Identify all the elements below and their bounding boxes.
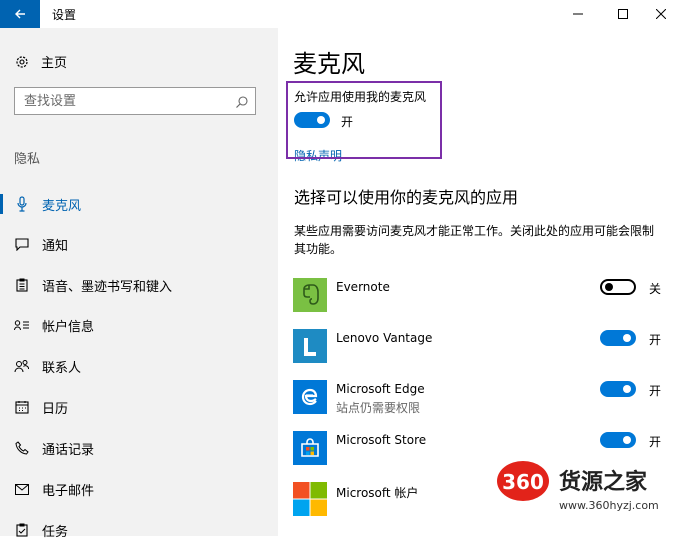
allow-microphone-state: 开 [341,115,354,129]
maximize-icon [618,9,628,19]
gear-icon [14,54,32,70]
app-toggle[interactable] [600,330,636,346]
app-toggle[interactable] [600,381,636,397]
sidebar-item-label: 麦克风 [42,198,82,214]
minimize-icon [573,13,583,15]
mail-icon [14,483,30,495]
sidebar-item-notifications[interactable]: 通知 [0,228,278,260]
sidebar-item-label: 联系人 [42,360,82,376]
app-toggle-state: 开 [649,384,662,398]
search-box[interactable] [14,87,256,115]
lenovo-vantage-icon [293,329,327,363]
tasks-icon [14,523,30,537]
chat-bubble-icon [14,237,30,251]
evernote-icon [293,278,327,312]
sidebar-item-label: 帐户信息 [42,319,95,335]
privacy-statement-link[interactable]: 隐私声明 [294,147,342,164]
sidebar-item-label: 任务 [42,524,69,540]
microsoft-logo-icon [293,482,327,516]
window-title: 设置 [52,8,77,22]
section-label-privacy: 隐私 [14,152,41,167]
apps-section-description: 某些应用需要访问麦克风才能正常工作。关闭此处的应用可能会限制其功能。 [294,224,655,256]
app-name: Microsoft Store [336,433,427,447]
calendar-icon [14,400,30,414]
toggle-knob [623,334,631,342]
sidebar-item-call-history[interactable]: 通话记录 [0,432,278,464]
toggle-knob [605,283,613,291]
sidebar-item-speech-inking[interactable]: 语音、墨迹书写和键入 [0,269,278,301]
app-name: Evernote [336,280,390,294]
sidebar-item-label: 电子邮件 [42,483,95,499]
app-name: Lenovo Vantage [336,331,433,345]
close-icon [656,9,666,19]
close-button[interactable] [649,2,673,26]
sidebar-home[interactable]: 主页 [14,52,67,71]
sidebar-item-label: 语音、墨迹书写和键入 [42,279,173,295]
sidebar-item-contacts[interactable]: 联系人 [0,350,278,382]
app-toggle[interactable] [600,279,636,295]
sidebar-item-calendar[interactable]: 日历 [0,391,278,423]
minimize-button[interactable] [566,2,590,26]
sidebar: 主页 隐私 麦克风 通知 语音、墨迹书写和键入 [0,28,278,540]
app-name: Microsoft Edge [336,382,425,396]
sidebar-item-label: 通话记录 [42,442,95,458]
app-toggle[interactable] [600,432,636,448]
microphone-icon [14,196,30,212]
app-row-microsoft-store: Microsoft Store 开 [292,431,682,467]
app-toggle-state: 关 [649,282,662,296]
app-row-lenovo-vantage: Lenovo Vantage 开 [292,329,682,365]
sidebar-item-label: 通知 [42,238,69,254]
allow-microphone-toggle[interactable] [294,112,330,128]
app-subtitle: 站点仍需要权限 [336,401,421,415]
sidebar-home-label: 主页 [41,56,68,71]
sidebar-item-microphone[interactable]: 麦克风 [0,188,278,220]
sidebar-item-tasks[interactable]: 任务 [0,514,278,546]
allow-microphone-label: 允许应用使用我的麦克风 [294,90,427,104]
app-toggle-state: 开 [649,435,662,449]
sidebar-item-email[interactable]: 电子邮件 [0,473,278,505]
clipboard-icon [14,278,30,292]
toggle-knob [623,436,631,444]
search-icon[interactable] [235,94,249,113]
search-input[interactable] [15,88,234,114]
contacts-icon [14,359,30,373]
back-button[interactable] [0,0,40,28]
page-title: 麦克风 [293,50,365,78]
sidebar-item-label: 日历 [42,401,69,417]
app-row-microsoft-edge: Microsoft Edge 站点仍需要权限 开 [292,380,682,416]
store-icon [293,431,327,465]
apps-section-heading: 选择可以使用你的麦克风的应用 [294,188,519,207]
app-toggle-state: 开 [649,333,662,347]
toggle-knob [623,385,631,393]
account-info-icon [14,319,30,331]
back-arrow-icon [15,9,25,19]
app-row-evernote: Evernote 关 [292,278,682,314]
toggle-knob [317,116,325,124]
app-row-microsoft-account: Microsoft 帐户 [292,482,682,518]
sidebar-item-account-info[interactable]: 帐户信息 [0,309,278,341]
edge-icon [293,380,327,414]
call-history-icon [14,441,30,455]
app-name: Microsoft 帐户 [336,486,419,500]
title-bar: 设置 [0,0,682,28]
maximize-button[interactable] [611,2,635,26]
